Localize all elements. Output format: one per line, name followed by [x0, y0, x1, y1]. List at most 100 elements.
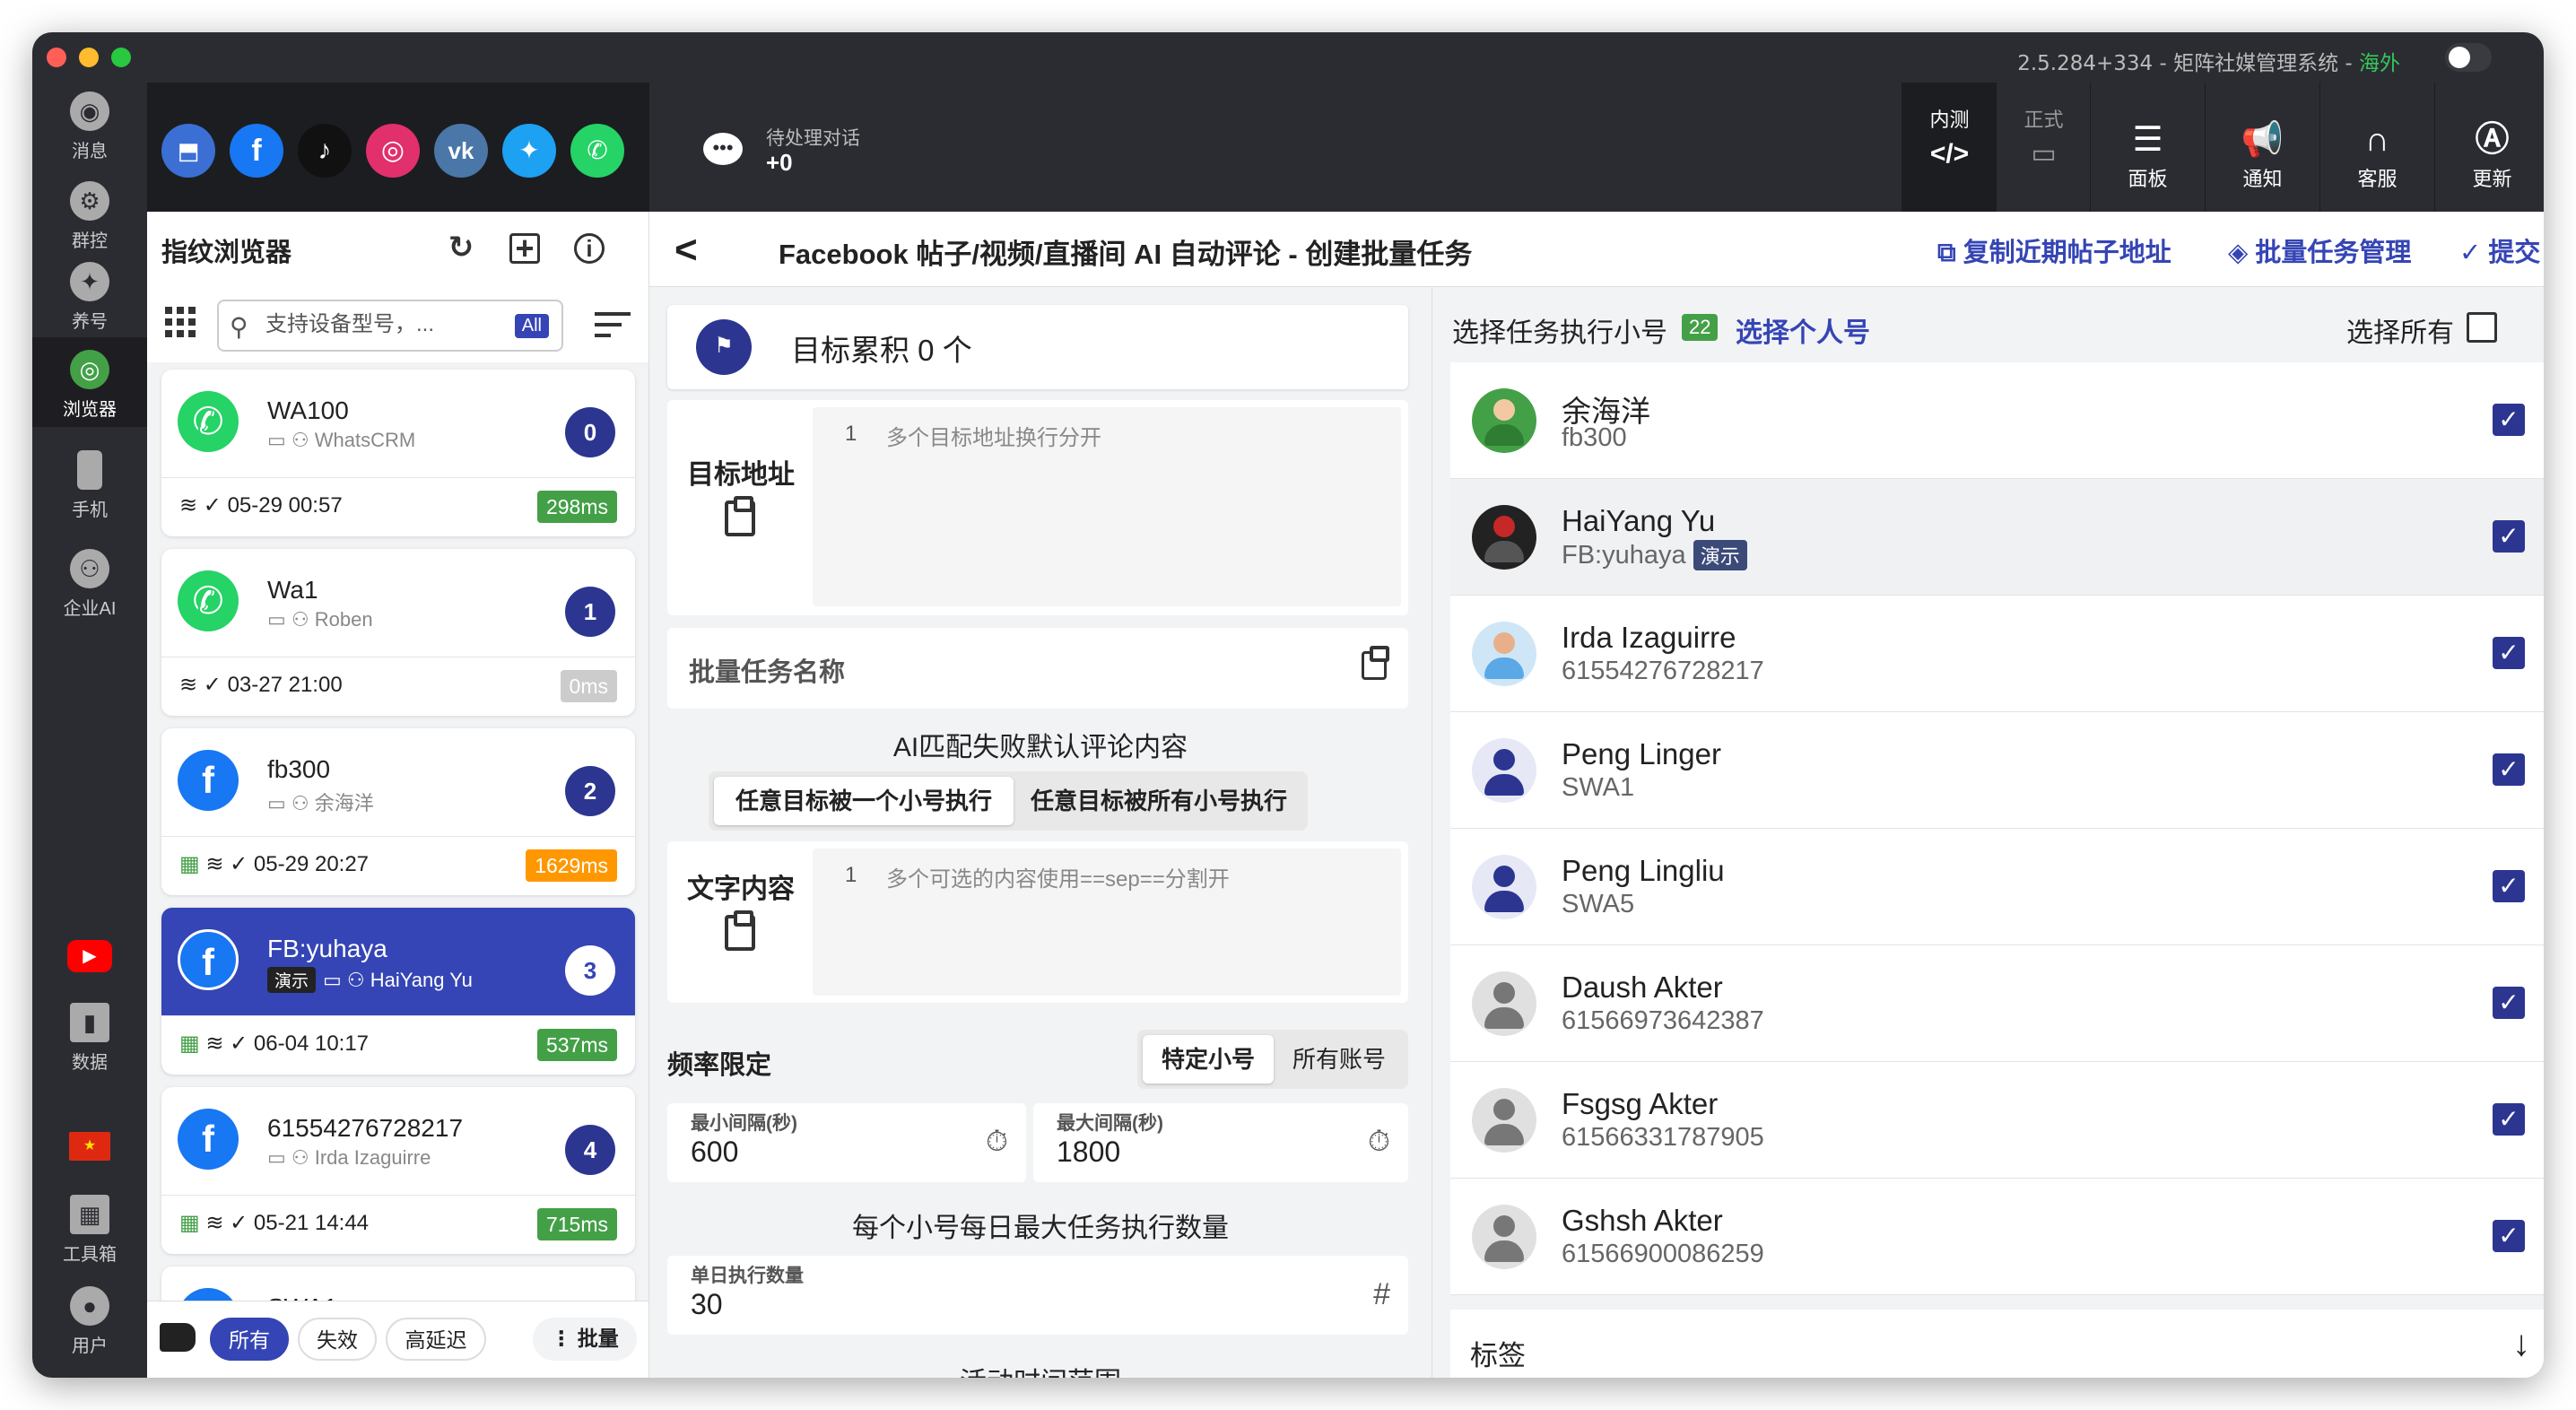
- rail-label: 工具箱: [63, 1245, 117, 1265]
- check-icon: ✓: [2459, 239, 2482, 267]
- copy-post-links-button[interactable]: ⧉ 复制近期帖子地址: [1937, 231, 2171, 269]
- whatsapp-icon[interactable]: ✆: [570, 124, 624, 178]
- filter-latency-chip[interactable]: 高延迟: [386, 1318, 486, 1361]
- facebook-icon[interactable]: f: [230, 124, 283, 178]
- rail-item-nurture[interactable]: ✦ 养号: [32, 262, 147, 332]
- grid-view-icon[interactable]: [165, 307, 196, 337]
- account-row[interactable]: Fsgsg Akter 61566331787905 ✓: [1450, 1062, 2544, 1179]
- refresh-icon[interactable]: ↻: [443, 230, 479, 265]
- rail-item-group[interactable]: ⚙ 群控: [32, 181, 147, 251]
- account-checkbox[interactable]: ✓: [2493, 1103, 2525, 1136]
- rail-item-ai[interactable]: ⚇ 企业AI: [32, 549, 147, 619]
- search-input[interactable]: [265, 312, 490, 337]
- formal-button[interactable]: 正式 ▭: [1997, 83, 2091, 212]
- account-row[interactable]: HaiYang Yu FB:yuhaya 演示 ✓: [1450, 479, 2544, 596]
- zoom-window-button[interactable]: [111, 48, 131, 67]
- card-owner-text: HaiYang Yu: [370, 969, 473, 991]
- data-icon: ▮: [70, 1003, 109, 1042]
- account-name: Fsgsg Akter: [1562, 1087, 1719, 1120]
- account-checkbox[interactable]: ✓: [2493, 520, 2525, 553]
- account-checkbox[interactable]: ✓: [2493, 404, 2525, 436]
- theme-toggle[interactable]: [2445, 43, 2492, 72]
- twitter-icon[interactable]: ✦: [502, 124, 556, 178]
- text-content-input[interactable]: 1 多个可选的内容使用==sep==分割开: [813, 849, 1401, 996]
- clipboard-icon[interactable]: [725, 910, 755, 951]
- browser-card[interactable]: f 61554276728217 ▭ ⚇ Irda Izaguirre 4 ▦ …: [161, 1087, 635, 1254]
- min-interval-field[interactable]: 最小间隔(秒) 600 ⏱: [667, 1103, 1026, 1182]
- beta-label: 内测: [1929, 109, 1970, 131]
- rail-item-data[interactable]: ▮ 数据: [32, 1003, 147, 1073]
- target-address-input[interactable]: 1 多个目标地址换行分开: [813, 407, 1401, 606]
- account-checkbox[interactable]: ✓: [2493, 753, 2525, 786]
- back-icon[interactable]: <: [674, 228, 698, 273]
- batch-button[interactable]: ⋮ 批量: [533, 1318, 637, 1361]
- account-checkbox[interactable]: ✓: [2493, 637, 2525, 669]
- account-row[interactable]: Peng Linger SWA1 ✓: [1450, 712, 2544, 829]
- tiktok-icon[interactable]: ♪: [298, 124, 352, 178]
- batch-task-manage-button[interactable]: ◈ 批量任务管理: [2228, 231, 2411, 269]
- rail-item-message[interactable]: ◉ 消息: [32, 91, 147, 161]
- update-button[interactable]: Ⓐ 更新: [2434, 83, 2544, 212]
- vk-icon[interactable]: vk: [434, 124, 488, 178]
- rail-item-phone[interactable]: 手机: [32, 450, 147, 520]
- youtube-link[interactable]: ▶: [32, 940, 147, 985]
- account-row[interactable]: 余海洋 fb300 ✓: [1450, 362, 2544, 479]
- account-row[interactable]: Daush Akter 61566973642387 ✓: [1450, 945, 2544, 1062]
- freq-specific-option[interactable]: 特定小号: [1143, 1035, 1274, 1084]
- support-button[interactable]: ∩ 客服: [2319, 83, 2434, 212]
- mode-all-option[interactable]: 任意目标被所有小号执行: [1015, 777, 1302, 825]
- clipboard-icon[interactable]: [725, 496, 755, 536]
- tags-select[interactable]: 标签 ↓: [1450, 1310, 2544, 1378]
- browser-card[interactable]: ✆ Wa1 ▭ ⚇ Roben 1 ≋ ✓ 03-27 21:00 0ms: [161, 549, 635, 716]
- tag-icon[interactable]: [160, 1323, 196, 1352]
- freq-all-option[interactable]: 所有账号: [1275, 1035, 1403, 1084]
- max-interval-field[interactable]: 最大间隔(秒) 1800 ⏱: [1033, 1103, 1408, 1182]
- panel-button[interactable]: ☰ 面板: [2090, 83, 2205, 212]
- browser-panel-header: 指纹浏览器 ↻ + i: [147, 212, 648, 287]
- browser-card[interactable]: f fb300 ▭ ⚇ 余海洋 2 ▦ ≋ ✓ 05-29 20:27 1629…: [161, 728, 635, 895]
- timer-icon: ⏱: [986, 1125, 1008, 1157]
- card-status: ▦ ≋ ✓ 05-29 20:27: [179, 852, 370, 876]
- browser-app-icon[interactable]: ⬒: [161, 124, 215, 178]
- instagram-icon[interactable]: ◎: [366, 124, 420, 178]
- account-row[interactable]: Irda Izaguirre 61554276728217 ✓: [1450, 596, 2544, 712]
- avatar: [1472, 1088, 1536, 1153]
- mode-one-option[interactable]: 任意目标被一个小号执行: [714, 777, 1014, 825]
- rail-item-user[interactable]: ● 用户: [32, 1286, 147, 1356]
- filter-invalid-chip[interactable]: 失效: [298, 1318, 377, 1361]
- add-icon[interactable]: +: [509, 232, 540, 265]
- clipboard-icon[interactable]: [1362, 646, 1389, 680]
- avatar: [1472, 622, 1536, 686]
- max-interval-label: 最大间隔(秒): [1057, 1113, 1163, 1134]
- sort-icon[interactable]: [595, 312, 631, 337]
- account-row[interactable]: Peng Lingliu SWA5 ✓: [1450, 829, 2544, 945]
- pick-personal-link[interactable]: 选择个人号: [1736, 310, 1870, 350]
- account-checkbox[interactable]: ✓: [2493, 870, 2525, 902]
- account-checkbox[interactable]: ✓: [2493, 1220, 2525, 1252]
- filter-all-chip[interactable]: 所有: [210, 1318, 289, 1361]
- browser-card[interactable]: ✆ WA100 ▭ ⚇ WhatsCRM 0 ≋ ✓ 05-29 00:57 2…: [161, 370, 635, 536]
- account-username: 61566331787905: [1562, 1123, 1764, 1152]
- batch-name-field[interactable]: 批量任务名称: [667, 628, 1408, 709]
- account-selector: 选择任务执行小号 22 选择个人号 选择所有 余海洋 fb300 ✓ HaiYa…: [1432, 287, 2544, 1378]
- submit-button[interactable]: ✓ 提交: [2459, 231, 2540, 269]
- browser-card-selected[interactable]: f FB:yuhaya 演示 ▭ ⚇ HaiYang Yu 3 ▦ ≋ ✓ 06-…: [161, 908, 635, 1075]
- notify-button[interactable]: 📢 通知: [2205, 83, 2319, 212]
- account-row[interactable]: Gshsh Akter 61566900086259 ✓: [1450, 1179, 2544, 1295]
- select-all-checkbox[interactable]: [2467, 312, 2497, 343]
- minimize-window-button[interactable]: [79, 48, 99, 67]
- china-flag-icon: ★: [69, 1132, 110, 1161]
- close-window-button[interactable]: [47, 48, 66, 67]
- account-checkbox[interactable]: ✓: [2493, 987, 2525, 1019]
- user-icon: ●: [70, 1286, 109, 1326]
- filter-all-badge[interactable]: All: [514, 314, 549, 338]
- task-form: ⚑ 目标累积 0 个 目标地址 1 多个目标地址换行分开 批量任务名称 AI匹配…: [649, 287, 1432, 1378]
- beta-button[interactable]: 内测 </>: [1902, 83, 1997, 212]
- language-flag[interactable]: ★: [32, 1132, 147, 1168]
- info-icon[interactable]: i: [574, 233, 605, 264]
- avatar-head: [1493, 516, 1515, 537]
- rail-item-browser[interactable]: ◎ 浏览器: [32, 337, 147, 427]
- daily-count-field[interactable]: 单日执行数量 30 #: [667, 1256, 1408, 1335]
- rail-item-toolbox[interactable]: ▦ 工具箱: [32, 1195, 147, 1265]
- card-owner: ▭ ⚇ Irda Izaguirre: [267, 1146, 431, 1169]
